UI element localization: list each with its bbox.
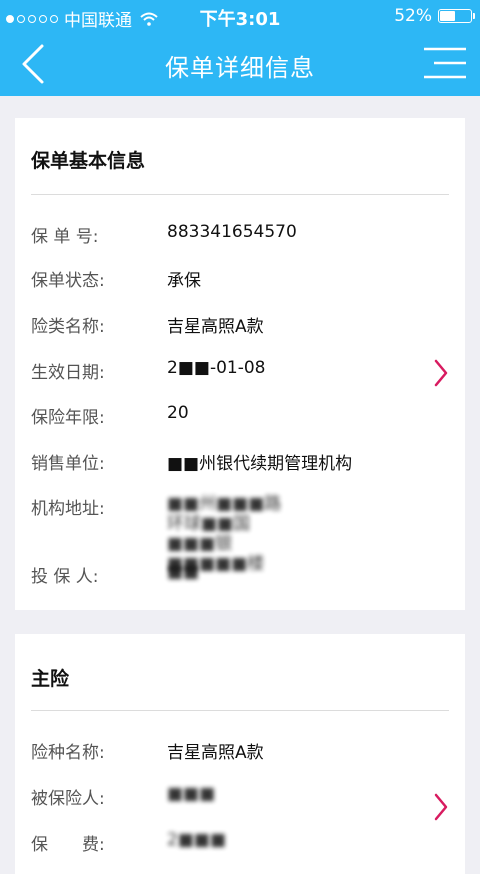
status-right: 52% — [394, 6, 475, 26]
nav-bar: 保单详细信息 — [0, 32, 480, 96]
policy-number-row: 保 单 号: 883341654570 — [31, 222, 449, 250]
row-value: 承保 — [167, 271, 201, 291]
row-label: 保 费: — [31, 835, 105, 855]
row-value: ■■州银代续期管理机构 — [167, 454, 353, 474]
divider — [31, 194, 449, 195]
insured-row: 被保险人: ■■■ — [31, 784, 449, 812]
section-title: 主险 — [31, 668, 70, 690]
divider — [31, 710, 449, 711]
row-label: 保险年限: — [31, 408, 105, 428]
page-title: 保单详细信息 — [165, 54, 315, 82]
main-insurance-card[interactable]: 主险 险种名称: 吉星高照A款 被保险人: ■■■ 保 费: 2■■■ — [15, 634, 465, 874]
row-value: 883341654570 — [167, 222, 297, 242]
battery-percent: 52% — [394, 6, 432, 26]
row-value: 20 — [167, 403, 189, 423]
premium-row: 保 费: 2■■■ — [31, 830, 449, 858]
row-label: 险种名称: — [31, 743, 105, 763]
row-value: 吉星高照A款 — [167, 743, 264, 763]
row-value: ■■ — [167, 562, 200, 582]
row-label: 保 单 号: — [31, 227, 99, 247]
insurance-years-row: 保险年限: 20 — [31, 403, 449, 431]
org-address-row: 机构地址: ■■州■■■路环球■■国■■■银■■■■■楼 — [31, 494, 449, 574]
row-label: 销售单位: — [31, 454, 105, 474]
row-label: 机构地址: — [31, 499, 105, 519]
row-value: 2■■■ — [167, 830, 227, 850]
row-label: 险类名称: — [31, 317, 105, 337]
battery-fill — [440, 11, 455, 21]
effective-date-row: 生效日期: 2■■-01-08 — [31, 358, 449, 386]
row-label: 生效日期: — [31, 363, 105, 383]
row-value: 2■■-01-08 — [167, 358, 266, 378]
row-label: 被保险人: — [31, 789, 105, 809]
menu-icon[interactable] — [424, 46, 466, 80]
chevron-right-icon[interactable] — [433, 792, 449, 822]
section-title: 保单基本信息 — [31, 150, 146, 172]
policy-status-row: 保单状态: 承保 — [31, 266, 449, 294]
chevron-right-icon[interactable] — [433, 358, 449, 388]
policy-holder-row: 投 保 人: ■■ — [31, 562, 449, 590]
sales-unit-row: 销售单位: ■■州银代续期管理机构 — [31, 449, 449, 477]
row-value: ■■■ — [167, 784, 216, 804]
status-bar: 中国联通 下午3:01 52% — [0, 0, 480, 32]
insurance-type-row: 险类名称: 吉星高照A款 — [31, 312, 449, 340]
row-label: 投 保 人: — [31, 567, 99, 587]
row-label: 保单状态: — [31, 271, 105, 291]
policy-basic-card[interactable]: 保单基本信息 保 单 号: 883341654570 保单状态: 承保 险类名称… — [15, 118, 465, 610]
row-value: 吉星高照A款 — [167, 317, 264, 337]
battery-icon — [438, 9, 475, 23]
coverage-name-row: 险种名称: 吉星高照A款 — [31, 738, 449, 766]
